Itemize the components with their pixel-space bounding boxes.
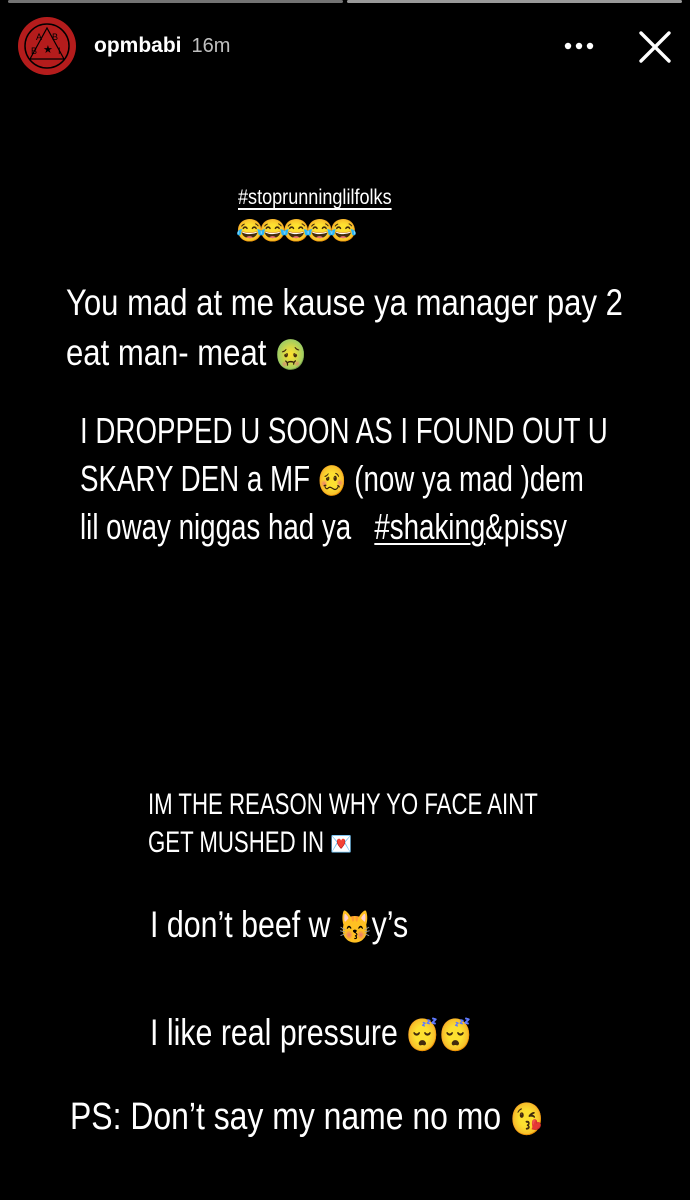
nauseated-face-emoji: 🤢 [275,338,307,372]
story-text: I like real pressure [150,1012,398,1053]
story-text-line: I don’t beef w 😽y’s [150,904,408,946]
story-progress-bar [8,0,682,4]
face-blowing-kiss-emoji: 😘 [509,1100,544,1137]
story-text: PS: Don’t say my name no mo [70,1096,502,1138]
username[interactable]: opmbabi [94,34,182,58]
story-text-line: SKARY DEN a MF 🥴 (now ya mad )dem [80,458,584,500]
love-letter-emoji: 💌 [330,830,353,858]
story-text: SKARY DEN a MF [80,458,311,499]
story-text: I don’t beef w [150,904,331,945]
story-text: &pissy [485,506,567,547]
progress-segment-active [347,0,682,3]
story-text-line: eat man- meat 🤢 [66,332,306,374]
story-header: A B B I ★ opmbabi 16m [18,16,676,76]
emoji-row: 😂😂😂😂😂 [236,218,357,243]
story-text-line: GET MUSHED IN 💌 [148,826,352,860]
svg-text:B: B [31,46,37,56]
shaking-hashtag[interactable]: #shaking [374,506,485,547]
svg-text:★: ★ [43,43,53,56]
story-text-line: PS: Don’t say my name no mo 😘 [70,1096,543,1139]
timestamp: 16m [191,34,231,57]
close-icon [639,31,671,63]
story-text-line: I DROPPED U SOON AS I FOUND OUT U [80,410,608,451]
avatar[interactable]: A B B I ★ [18,17,76,75]
close-button[interactable] [634,26,676,68]
story-text: (now ya mad )dem [354,458,584,499]
story-text-line: I like real pressure 😴😴 [150,1012,472,1054]
story-text: GET MUSHED IN [148,826,324,859]
progress-segment [8,0,343,3]
svg-text:A: A [36,32,42,42]
story-text: y’s [371,904,409,945]
story-text: eat man- meat [66,332,267,373]
story-text-line: You mad at me kause ya manager pay 2 [66,282,623,323]
kissing-cat-emoji: 😽 [338,909,372,946]
story-text-line: lil oway niggas had ya #shaking&pissy [80,506,567,548]
hashtag-sticker[interactable]: #stoprunninglilfolks [238,186,392,210]
sleeping-face-emoji: 😴😴 [406,1017,472,1054]
svg-text:B: B [52,32,58,42]
woozy-face-emoji: 🥴 [317,464,347,498]
story-text-line: IM THE REASON WHY YO FACE AINT [148,788,538,821]
avatar-logo: A B B I ★ [24,23,70,69]
story-text: lil oway niggas had ya [80,506,352,547]
more-options-icon [564,42,594,50]
svg-text:I: I [58,46,61,56]
more-options-button[interactable] [562,34,596,58]
